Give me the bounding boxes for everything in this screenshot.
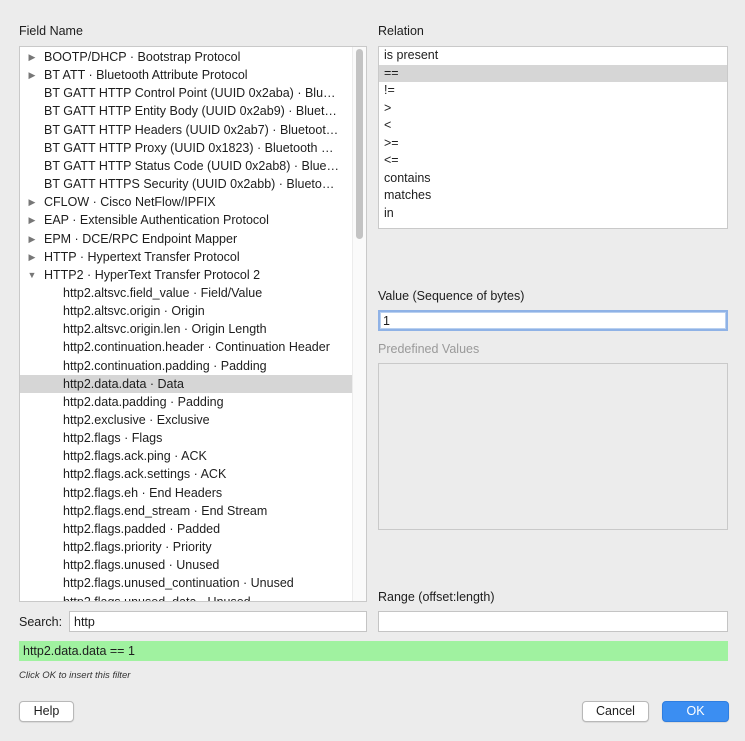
tree-row-label: http2.data.padding · Padding: [63, 394, 224, 409]
tree-row[interactable]: http2.altsvc.origin.len · Origin Length: [20, 320, 352, 338]
tree-row-label: http2.flags.unused_data · Unused: [63, 594, 251, 602]
ok-button[interactable]: OK: [662, 701, 729, 722]
range-label: Range (offset:length): [378, 590, 495, 604]
tree-row[interactable]: ▼ HTTP2 · HyperText Transfer Protocol 2: [20, 266, 352, 284]
tree-row-label: BT ATT · Bluetooth Attribute Protocol: [44, 68, 248, 83]
tree-row-label: http2.flags.priority · Priority: [63, 540, 212, 555]
disclosure-collapsed-icon[interactable]: ▶: [26, 193, 38, 211]
tree-row-label: http2.flags · Flags: [63, 431, 163, 446]
tree-row-label: http2.flags.unused_continuation · Unused: [63, 576, 294, 591]
relation-item[interactable]: matches: [379, 187, 727, 205]
tree-row[interactable]: http2.flags.unused_continuation · Unused: [20, 574, 352, 592]
search-label: Search:: [19, 615, 63, 629]
tree-row-label: BT GATT HTTPS Security (UUID 0x2abb) · B…: [44, 177, 335, 192]
tree-row[interactable]: http2.flags.ack.ping · ACK: [20, 447, 352, 465]
tree-row-label: http2.flags.ack.ping · ACK: [63, 449, 207, 464]
disclosure-collapsed-icon[interactable]: ▶: [26, 230, 38, 248]
tree-row-label: http2.altsvc.field_value · Field/Value: [63, 285, 263, 300]
relation-item[interactable]: !=: [379, 82, 727, 100]
relation-item[interactable]: ==: [379, 64, 727, 82]
tree-row[interactable]: BT GATT HTTPS Security (UUID 0x2abb) · B…: [20, 175, 352, 193]
relation-label: Relation: [378, 24, 424, 38]
relation-item[interactable]: <: [379, 117, 727, 135]
cancel-button[interactable]: Cancel: [582, 701, 649, 722]
tree-row[interactable]: http2.flags.unused · Unused: [20, 556, 352, 574]
tree-row-label: http2.data.data · Data: [63, 376, 184, 391]
tree-row-label: http2.flags.eh · End Headers: [63, 485, 223, 500]
tree-row[interactable]: ▶ BT ATT · Bluetooth Attribute Protocol: [20, 66, 352, 84]
tree-row-label: BT GATT HTTP Headers (UUID 0x2ab7) · Blu…: [44, 122, 339, 137]
filter-expression: http2.data.data == 1: [19, 641, 728, 661]
tree-row[interactable]: http2.flags · Flags: [20, 429, 352, 447]
tree-row[interactable]: ▶ EAP · Extensible Authentication Protoco…: [20, 211, 352, 229]
tree-row[interactable]: http2.flags.ack.settings · ACK: [20, 465, 352, 483]
search-input[interactable]: [69, 611, 367, 632]
tree-row-label: http2.flags.ack.settings · ACK: [63, 467, 227, 482]
range-input[interactable]: [378, 611, 728, 632]
tree-row-label: EAP · Extensible Authentication Protocol: [44, 213, 269, 228]
tree-row-label: BOOTP/DHCP · Bootstrap Protocol: [44, 50, 241, 64]
tree-row[interactable]: BT GATT HTTP Control Point (UUID 0x2aba)…: [20, 84, 352, 102]
relation-item[interactable]: is present: [379, 47, 727, 65]
tree-row[interactable]: BT GATT HTTP Headers (UUID 0x2ab7) · Blu…: [20, 121, 352, 139]
tree-row-label: EPM · DCE/RPC Endpoint Mapper: [44, 231, 238, 246]
tree-row[interactable]: ▶ HTTP · Hypertext Transfer Protocol: [20, 248, 352, 266]
tree-row[interactable]: http2.exclusive · Exclusive: [20, 411, 352, 429]
tree-row[interactable]: http2.flags.eh · End Headers: [20, 484, 352, 502]
relation-item[interactable]: >=: [379, 135, 727, 153]
relation-item[interactable]: <=: [379, 152, 727, 170]
tree-scrollbar[interactable]: [352, 47, 366, 601]
tree-row-label: http2.flags.padded · Padded: [63, 521, 221, 536]
tree-row-label: http2.flags.end_stream · End Stream: [63, 503, 268, 518]
tree-row[interactable]: ▶ BOOTP/DHCP · Bootstrap Protocol: [20, 48, 352, 66]
disclosure-expanded-icon[interactable]: ▼: [26, 266, 38, 284]
disclosure-collapsed-icon[interactable]: ▶: [26, 248, 38, 266]
tree-row[interactable]: http2.continuation.header · Continuation…: [20, 338, 352, 356]
tree-row[interactable]: http2.flags.end_stream · End Stream: [20, 502, 352, 520]
tree-row-label: http2.altsvc.origin · Origin: [63, 304, 205, 319]
tree-row-label: http2.continuation.header · Continuation…: [63, 340, 330, 355]
help-button[interactable]: Help: [19, 701, 74, 722]
tree-row[interactable]: BT GATT HTTP Status Code (UUID 0x2ab8) ·…: [20, 157, 352, 175]
tree-row[interactable]: http2.altsvc.field_value · Field/Value: [20, 284, 352, 302]
tree-row[interactable]: http2.data.data · Data: [20, 374, 352, 393]
tree-row[interactable]: http2.data.padding · Padding: [20, 393, 352, 411]
relation-item[interactable]: in: [379, 205, 727, 223]
tree-row-label: http2.flags.unused · Unused: [63, 558, 220, 573]
tree-row-label: BT GATT HTTP Entity Body (UUID 0x2ab9) ·…: [44, 104, 337, 119]
tree-row-label: http2.altsvc.origin.len · Origin Length: [63, 322, 267, 337]
tree-row-label: BT GATT HTTP Control Point (UUID 0x2aba)…: [44, 86, 336, 101]
tree-row[interactable]: http2.altsvc.origin · Origin: [20, 302, 352, 320]
value-label: Value (Sequence of bytes): [378, 289, 525, 303]
tree-row[interactable]: ▶ EPM · DCE/RPC Endpoint Mapper: [20, 230, 352, 248]
value-input[interactable]: [378, 310, 728, 331]
relation-list[interactable]: is present == != > < >= <= contains matches in: [378, 46, 728, 229]
tree-row[interactable]: ▶ CFLOW · Cisco NetFlow/IPFIX: [20, 193, 352, 211]
tree-row[interactable]: http2.flags.unused_data · Unused: [20, 593, 352, 602]
tree-row[interactable]: http2.continuation.padding · Padding: [20, 357, 352, 375]
predefined-values-list: [378, 363, 728, 530]
relation-item[interactable]: contains: [379, 170, 727, 188]
tree-row[interactable]: BT GATT HTTP Entity Body (UUID 0x2ab9) ·…: [20, 102, 352, 120]
hint-text: Click OK to insert this filter: [19, 670, 131, 681]
disclosure-collapsed-icon[interactable]: ▶: [26, 211, 38, 229]
tree-row-label: HTTP · Hypertext Transfer Protocol: [44, 249, 240, 264]
tree-row-label: BT GATT HTTP Status Code (UUID 0x2ab8) ·…: [44, 158, 340, 173]
tree-row[interactable]: http2.flags.priority · Priority: [20, 538, 352, 556]
predefined-values-label: Predefined Values: [378, 342, 480, 356]
disclosure-collapsed-icon[interactable]: ▶: [26, 48, 38, 66]
disclosure-collapsed-icon[interactable]: ▶: [26, 66, 38, 84]
tree-row-label: HTTP2 · HyperText Transfer Protocol 2: [44, 267, 261, 282]
field-name-label: Field Name: [19, 24, 83, 38]
tree-row-label: http2.exclusive · Exclusive: [63, 413, 210, 427]
relation-item[interactable]: >: [379, 100, 727, 118]
field-tree[interactable]: ▶ BOOTP/DHCP · Bootstrap Protocol ▶ BT ATT …: [19, 46, 367, 602]
tree-row[interactable]: BT GATT HTTP Proxy (UUID 0x1823) · Bluet…: [20, 139, 352, 157]
tree-scroll-thumb[interactable]: [356, 49, 363, 239]
tree-row-label: CFLOW · Cisco NetFlow/IPFIX: [44, 195, 216, 210]
tree-row-label: BT GATT HTTP Proxy (UUID 0x1823) · Bluet…: [44, 140, 334, 155]
tree-row-label: http2.continuation.padding · Padding: [63, 358, 267, 373]
tree-row[interactable]: http2.flags.padded · Padded: [20, 520, 352, 538]
